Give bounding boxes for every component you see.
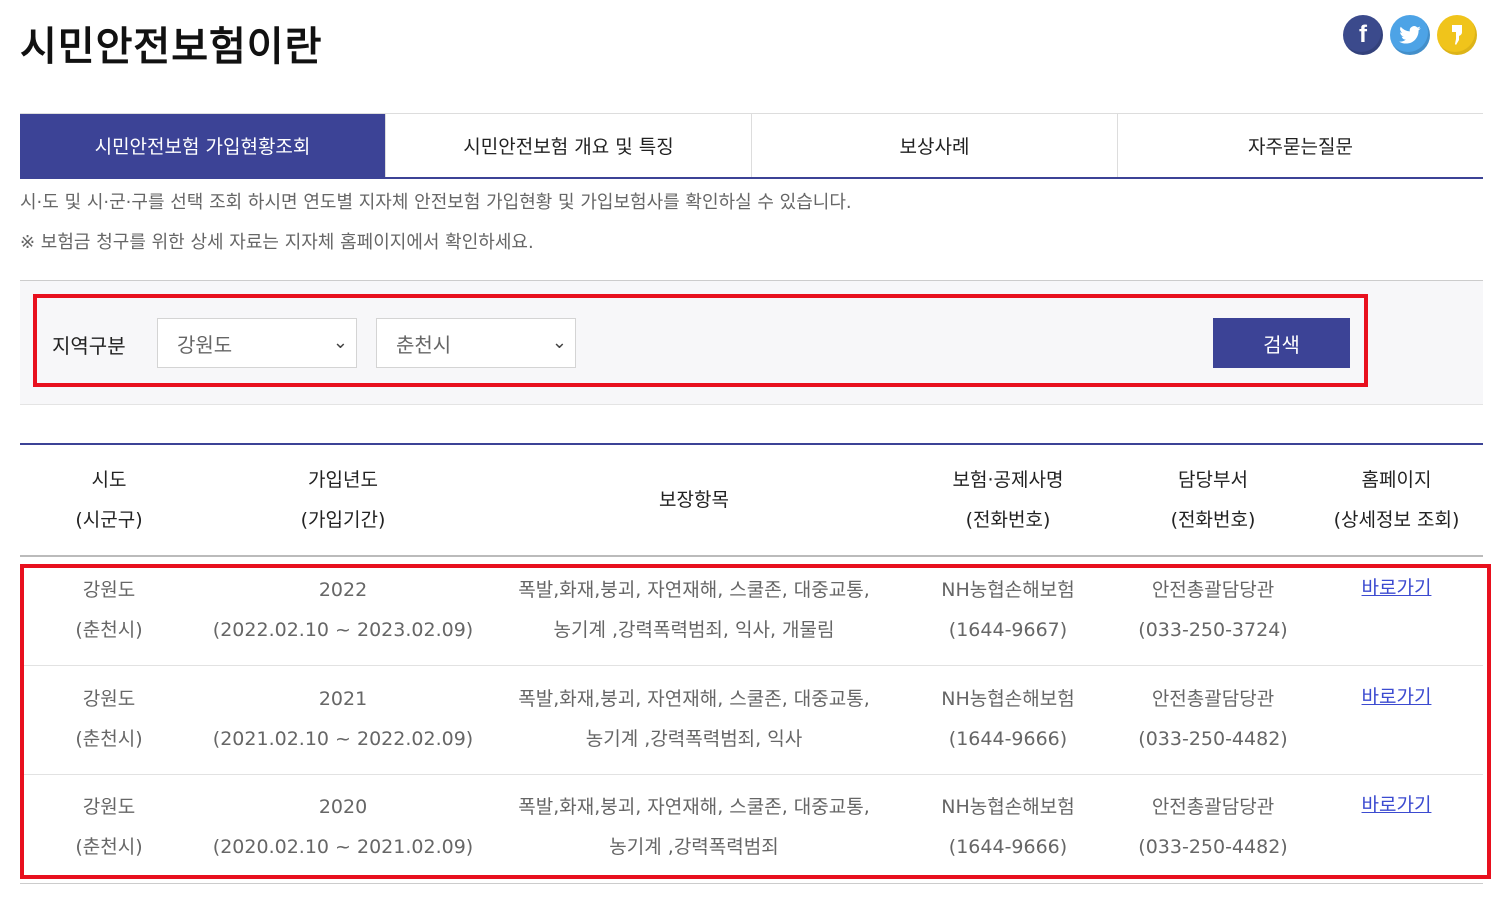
- cell-homepage: 바로가기: [1310, 556, 1483, 664]
- table-bottom-border: [20, 883, 1483, 884]
- department-phone: (033-250-3724): [1138, 619, 1288, 641]
- header-homepage-line1: 홈페이지: [1361, 469, 1432, 491]
- tab-compensation-cases[interactable]: 보상사례: [751, 114, 1117, 177]
- department-phone: (033-250-4482): [1138, 728, 1288, 750]
- header-year-line1: 가입년도: [308, 469, 378, 491]
- insurer-phone: (1644-9666): [948, 728, 1068, 750]
- cell-insurer: NH농협손해보험 (1644-9666): [900, 773, 1116, 881]
- coverage-line2: 농기계 ,강력폭력범죄: [609, 836, 779, 858]
- header-year: 가입년도 (가입기간): [198, 445, 488, 555]
- subregion-text: (춘천시): [75, 619, 143, 641]
- year-text: 2021: [318, 688, 368, 710]
- header-coverage-line1: 보장항목: [659, 489, 729, 511]
- facebook-share-icon[interactable]: f: [1343, 15, 1383, 55]
- cell-department: 안전총괄담당관 (033-250-4482): [1116, 665, 1310, 773]
- kakaostory-share-icon[interactable]: [1437, 15, 1477, 55]
- period-text: (2021.02.10 ~ 2022.02.09): [212, 728, 474, 750]
- city-select-value: 춘천시: [396, 332, 452, 357]
- cell-homepage: 바로가기: [1310, 773, 1483, 881]
- header-coverage: 보장항목: [488, 445, 900, 555]
- cell-department: 안전총괄담당관 (033-250-4482): [1116, 773, 1310, 881]
- insurer-name: NH농협손해보험: [941, 688, 1075, 710]
- header-insurer: 보험·공제사명 (전화번호): [900, 445, 1116, 555]
- header-department-line2: (전화번호): [1170, 509, 1256, 531]
- header-department-line1: 담당부서: [1178, 469, 1248, 491]
- header-year-line2: (가입기간): [300, 509, 386, 531]
- cell-homepage: 바로가기: [1310, 665, 1483, 773]
- search-button[interactable]: 검색: [1213, 318, 1350, 368]
- twitter-share-icon[interactable]: [1390, 15, 1430, 55]
- year-text: 2022: [318, 579, 368, 601]
- cell-coverage: 폭발,화재,붕괴, 자연재해, 스쿨존, 대중교통, 농기계 ,강력폭력범죄, …: [488, 665, 900, 773]
- coverage-line2: 농기계 ,강력폭력범죄, 익사, 개물림: [553, 619, 835, 641]
- header-region-line2: (시군구): [75, 509, 143, 531]
- region-label: 지역구분: [52, 334, 126, 358]
- header-region-line1: 시도: [91, 469, 127, 491]
- description-line-1: 시·도 및 시·군·구를 선택 조회 하시면 연도별 지자체 안전보험 가입현황…: [20, 192, 852, 213]
- header-department: 담당부서 (전화번호): [1116, 445, 1310, 555]
- coverage-line1: 폭발,화재,붕괴, 자연재해, 스쿨존, 대중교통,: [518, 796, 870, 818]
- kakaostory-logo-icon: [1452, 25, 1462, 45]
- coverage-line1: 폭발,화재,붕괴, 자연재해, 스쿨존, 대중교통,: [518, 688, 870, 710]
- cell-region: 강원도 (춘천시): [20, 665, 198, 773]
- insurer-name: NH농협손해보험: [941, 579, 1075, 601]
- department-name: 안전총괄담당관: [1151, 579, 1275, 601]
- header-homepage: 홈페이지 (상세정보 조회): [1310, 445, 1483, 555]
- table-row: 강원도 (춘천시) 2022 (2022.02.10 ~ 2023.02.09)…: [20, 556, 1483, 664]
- city-select[interactable]: 춘천시 ⌄: [376, 318, 576, 368]
- table-row: 강원도 (춘천시) 2020 (2020.02.10 ~ 2021.02.09)…: [20, 773, 1483, 881]
- chevron-down-icon: ⌄: [551, 332, 567, 353]
- table-row: 강원도 (춘천시) 2021 (2021.02.10 ~ 2022.02.09)…: [20, 665, 1483, 773]
- header-homepage-line2: (상세정보 조회): [1333, 509, 1460, 531]
- description-line-2: ※ 보험금 청구를 위한 상세 자료는 지자체 홈페이지에서 확인하세요.: [20, 232, 534, 253]
- province-select-value: 강원도: [177, 332, 233, 357]
- cell-department: 안전총괄담당관 (033-250-3724): [1116, 556, 1310, 664]
- cell-year: 2020 (2020.02.10 ~ 2021.02.09): [198, 773, 488, 881]
- department-name: 안전총괄담당관: [1151, 688, 1275, 710]
- insurer-name: NH농협손해보험: [941, 796, 1075, 818]
- tab-faq[interactable]: 자주묻는질문: [1117, 114, 1483, 177]
- insurer-phone: (1644-9666): [948, 836, 1068, 858]
- coverage-line2: 농기계 ,강력폭력범죄, 익사: [585, 728, 803, 750]
- twitter-bird-icon: [1399, 26, 1421, 44]
- homepage-link[interactable]: 바로가기: [1362, 677, 1432, 717]
- header-insurer-line1: 보험·공제사명: [952, 469, 1064, 491]
- department-phone: (033-250-4482): [1138, 836, 1288, 858]
- cell-region: 강원도 (춘천시): [20, 556, 198, 664]
- header-insurer-line2: (전화번호): [965, 509, 1051, 531]
- subregion-text: (춘천시): [75, 728, 143, 750]
- tab-bar: 시민안전보험 가입현황조회 시민안전보험 개요 및 특징 보상사례 자주묻는질문: [20, 113, 1483, 179]
- region-text: 강원도: [82, 796, 136, 818]
- insurer-phone: (1644-9667): [948, 619, 1068, 641]
- year-text: 2020: [318, 796, 368, 818]
- cell-year: 2022 (2022.02.10 ~ 2023.02.09): [198, 556, 488, 664]
- coverage-line1: 폭발,화재,붕괴, 자연재해, 스쿨존, 대중교통,: [518, 579, 870, 601]
- cell-year: 2021 (2021.02.10 ~ 2022.02.09): [198, 665, 488, 773]
- region-text: 강원도: [82, 688, 136, 710]
- tab-overview[interactable]: 시민안전보험 개요 및 특징: [385, 114, 751, 177]
- cell-coverage: 폭발,화재,붕괴, 자연재해, 스쿨존, 대중교통, 농기계 ,강력폭력범죄: [488, 773, 900, 881]
- chevron-down-icon: ⌄: [332, 332, 348, 353]
- region-text: 강원도: [82, 579, 136, 601]
- header-region: 시도 (시군구): [20, 445, 198, 555]
- tab-membership-status[interactable]: 시민안전보험 가입현황조회: [20, 114, 385, 177]
- cell-insurer: NH농협손해보험 (1644-9667): [900, 556, 1116, 664]
- cell-coverage: 폭발,화재,붕괴, 자연재해, 스쿨존, 대중교통, 농기계 ,강력폭력범죄, …: [488, 556, 900, 664]
- province-select[interactable]: 강원도 ⌄: [157, 318, 357, 368]
- cell-region: 강원도 (춘천시): [20, 773, 198, 881]
- subregion-text: (춘천시): [75, 836, 143, 858]
- period-text: (2022.02.10 ~ 2023.02.09): [212, 619, 474, 641]
- cell-insurer: NH농협손해보험 (1644-9666): [900, 665, 1116, 773]
- homepage-link[interactable]: 바로가기: [1362, 785, 1432, 825]
- page-title: 시민안전보험이란: [20, 24, 323, 70]
- department-name: 안전총괄담당관: [1151, 796, 1275, 818]
- homepage-link[interactable]: 바로가기: [1362, 568, 1432, 608]
- period-text: (2020.02.10 ~ 2021.02.09): [212, 836, 474, 858]
